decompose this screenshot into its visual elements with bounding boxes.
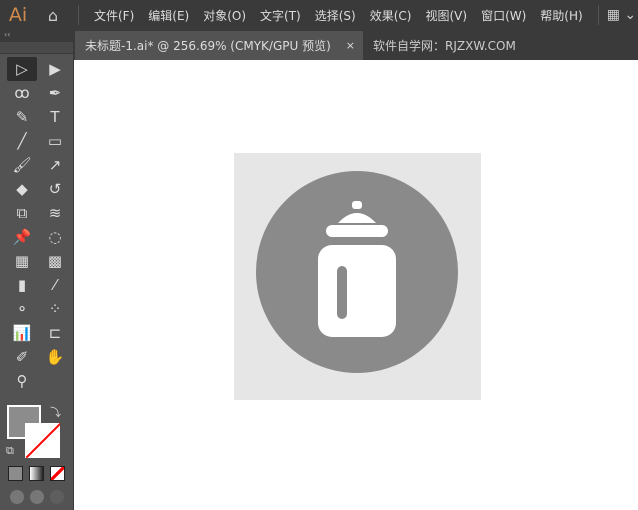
menu-bar: Ai ⌂ 文件(F) 编辑(E) 对象(O) 文字(T) 选择(S) 效果(C)…: [0, 0, 638, 30]
baby-bottle-icon-artwork: [256, 171, 458, 373]
rectangle-tool-icon[interactable]: ▭: [40, 129, 70, 153]
menu-type[interactable]: 文字(T): [253, 7, 308, 24]
none-mode-button[interactable]: [50, 466, 65, 481]
perspective-grid-tool-icon[interactable]: ▦: [7, 249, 37, 273]
shape-builder-tool-icon[interactable]: ◌: [40, 225, 70, 249]
artboard[interactable]: [234, 153, 481, 400]
menu-object[interactable]: 对象(O): [196, 7, 253, 24]
column-graph-tool-icon[interactable]: 📊: [7, 321, 37, 345]
toolbox-grip[interactable]: [0, 42, 73, 54]
color-mode-button[interactable]: [8, 466, 23, 481]
mesh-tool-icon[interactable]: ▩: [40, 249, 70, 273]
bottle-nipple: [352, 201, 362, 209]
bottle-highlight: [337, 266, 347, 319]
eraser-tool-icon[interactable]: ◆: [7, 177, 37, 201]
menu-file[interactable]: 文件(F): [87, 7, 141, 24]
stroke-swatch[interactable]: [25, 423, 60, 458]
menu-help[interactable]: 帮助(H): [533, 7, 589, 24]
artboard-tool-icon[interactable]: ⊏: [40, 321, 70, 345]
scale-tool-icon[interactable]: ⧉: [7, 201, 37, 225]
selection-tool-icon[interactable]: ▷: [7, 57, 37, 81]
home-icon[interactable]: ⌂: [36, 6, 70, 25]
lasso-tool-icon[interactable]: ꝏ: [7, 81, 37, 105]
document-tab[interactable]: 软件自学网：RJZXW.COM: [363, 31, 638, 60]
app-logo: Ai: [8, 4, 28, 26]
document-tab-active[interactable]: 未标题-1.ai* @ 256.69% (CMYK/GPU 预览) ×: [75, 31, 363, 60]
close-icon[interactable]: ×: [346, 39, 355, 52]
pen-tool-icon[interactable]: ✒: [40, 81, 70, 105]
tab-label: 未标题-1.ai* @ 256.69% (CMYK/GPU 预览): [85, 39, 331, 53]
eyedropper-tool-icon[interactable]: ⁄: [40, 273, 70, 297]
puppet-warp-tool-icon[interactable]: 📌: [7, 225, 37, 249]
collapse-toolbox-button[interactable]: ‹‹: [0, 30, 73, 42]
type-tool-icon[interactable]: T: [40, 105, 70, 129]
divider: [78, 5, 79, 25]
menu-select[interactable]: 选择(S): [308, 7, 363, 24]
zoom-tool-icon[interactable]: ⚲: [7, 369, 37, 393]
divider: [597, 5, 599, 25]
rotate-tool-icon[interactable]: ↺: [40, 177, 70, 201]
menu-window[interactable]: 窗口(W): [474, 7, 533, 24]
swap-fill-stroke-icon[interactable]: ⤵: [50, 404, 61, 420]
curvature-tool-icon[interactable]: ✎: [7, 105, 37, 129]
paintbrush-tool-icon[interactable]: 🖌: [7, 153, 37, 177]
menu-view[interactable]: 视图(V): [418, 7, 474, 24]
gradient-mode-button[interactable]: [29, 466, 44, 481]
warp-tool-icon[interactable]: ≋: [40, 201, 70, 225]
draw-behind-icon[interactable]: [30, 490, 44, 504]
shaper-tool-icon[interactable]: ↗: [40, 153, 70, 177]
line-tool-icon[interactable]: ╱: [7, 129, 37, 153]
bottle-body: [318, 245, 396, 337]
menu-effect[interactable]: 效果(C): [363, 7, 419, 24]
gradient-tool-icon[interactable]: ▮: [7, 273, 37, 297]
draw-inside-icon[interactable]: [50, 490, 64, 504]
slice-tool-icon[interactable]: ✐: [7, 345, 37, 369]
blend-tool-icon[interactable]: ⚬: [7, 297, 37, 321]
direct-selection-tool-icon[interactable]: ▶: [40, 57, 70, 81]
draw-normal-icon[interactable]: [10, 490, 24, 504]
hand-tool-icon[interactable]: ✋: [40, 345, 70, 369]
default-colors-icon[interactable]: ⧉: [6, 444, 14, 458]
tab-label: 软件自学网：RJZXW.COM: [373, 39, 516, 53]
workspace-layout-icon[interactable]: ▦ ⌄: [607, 7, 636, 23]
menu-edit[interactable]: 编辑(E): [141, 7, 196, 24]
tab-bar: 未标题-1.ai* @ 256.69% (CMYK/GPU 预览) × 软件自学…: [0, 30, 638, 60]
symbol-sprayer-tool-icon[interactable]: ⁘: [40, 297, 70, 321]
tool-grid: ▷ ▶ ꝏ ✒ ✎ T ╱ ▭ 🖌 ↗ ◆ ↺ ⧉ ≋ 📌 ◌ ▦ ▩ ▮ ⁄ ⚬ ⁘ 📊 ⊏ ✐ ✋ ⚲: [0, 54, 73, 393]
bottle-ring: [326, 225, 388, 237]
